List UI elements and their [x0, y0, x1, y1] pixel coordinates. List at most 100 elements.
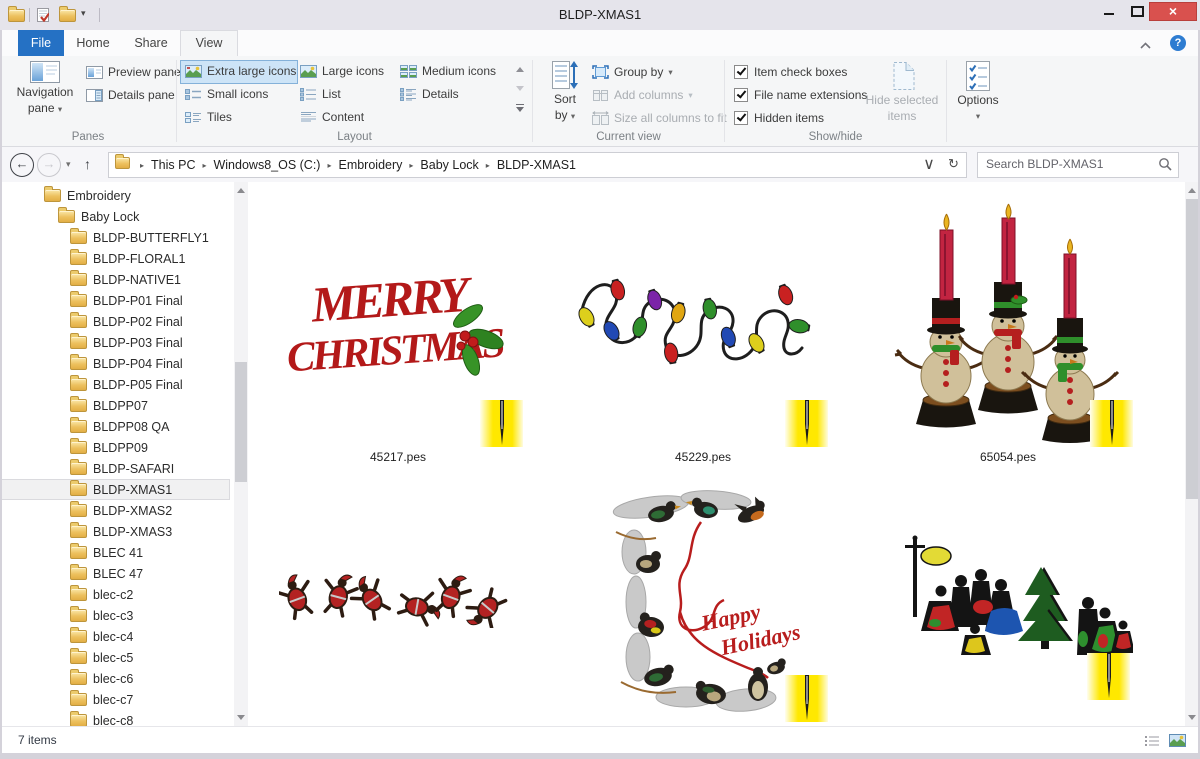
tab-view[interactable]: View: [180, 30, 238, 57]
hide-selected-items-button[interactable]: Hide selected items: [862, 61, 942, 123]
breadcrumb[interactable]: ▸ This PC ▸ Windows8_OS (C:) ▸ Embroider…: [108, 152, 942, 178]
tree-scrollbar[interactable]: [234, 182, 248, 726]
size-all-columns-button[interactable]: Size all columns to fit: [592, 108, 727, 128]
view-large-icons[interactable]: Large icons: [300, 61, 384, 81]
minimize-button[interactable]: [1094, 2, 1123, 19]
file-name[interactable]: 45217.pes: [270, 450, 526, 464]
view-small-icons[interactable]: Small icons: [185, 84, 268, 104]
help-icon[interactable]: ?: [1170, 35, 1186, 51]
preview-pane-button[interactable]: Preview pane: [86, 62, 181, 82]
scroll-down-icon[interactable]: [1185, 709, 1199, 726]
back-button[interactable]: ←: [10, 153, 34, 177]
file-item-happy-holidays[interactable]: Happy Holidays: [575, 470, 831, 722]
tree-item[interactable]: BLDP-P01 Final: [0, 290, 230, 311]
navigation-pane-button[interactable]: Navigation pane ▾: [8, 61, 82, 116]
scroll-down-icon[interactable]: [234, 709, 248, 726]
search-icon[interactable]: [1158, 157, 1172, 176]
add-columns-button[interactable]: Add columns▾: [592, 85, 693, 105]
tree-item[interactable]: BLEC 47: [0, 563, 230, 584]
breadcrumb-drive[interactable]: Windows8_OS (C:): [210, 154, 323, 176]
tree-item[interactable]: BLDP-P04 Final: [0, 353, 230, 374]
forward-button[interactable]: →: [37, 153, 61, 177]
tree-item[interactable]: BLDPP09: [0, 437, 230, 458]
tree-item[interactable]: blec-c5: [0, 647, 230, 668]
view-content[interactable]: Content: [300, 107, 364, 127]
tree-item[interactable]: BLDP-NATIVE1: [0, 269, 230, 290]
refresh-icon[interactable]: ↻: [941, 152, 967, 178]
sort-by-button[interactable]: Sort by ▾: [538, 60, 592, 123]
tree-item[interactable]: BLDP-XMAS3: [0, 521, 230, 542]
tree-item[interactable]: BLDPP08 QA: [0, 416, 230, 437]
pes-needle-icon: [1087, 653, 1130, 700]
file-name[interactable]: 65054.pes: [880, 450, 1136, 464]
details-view-toggle-icon[interactable]: [1145, 734, 1160, 752]
tree-item-baby-lock[interactable]: Baby Lock: [0, 206, 230, 227]
view-tiles[interactable]: Tiles: [185, 107, 232, 127]
tree-item[interactable]: blec-c4: [0, 626, 230, 647]
layout-scroll-up-icon[interactable]: [512, 61, 527, 78]
file-name-extensions-checkbox[interactable]: File name extensions: [734, 86, 867, 104]
thumbnail-view-toggle-icon[interactable]: [1169, 734, 1186, 752]
layout-scroll-down-icon[interactable]: [512, 80, 527, 97]
hidden-items-checkbox[interactable]: Hidden items: [734, 109, 824, 127]
breadcrumb-current-folder[interactable]: BLDP-XMAS1: [494, 154, 579, 176]
tree-item-bldp-xmas1-selected[interactable]: BLDP-XMAS1: [0, 479, 230, 500]
scrollbar-thumb[interactable]: [235, 362, 247, 482]
item-check-boxes-checkbox[interactable]: Item check boxes: [734, 63, 847, 81]
tab-file[interactable]: File: [18, 30, 64, 56]
tree-item[interactable]: BLDP-P05 Final: [0, 374, 230, 395]
scrollbar-thumb[interactable]: [1186, 199, 1198, 499]
search-input[interactable]: [978, 153, 1156, 175]
layout-more-icon[interactable]: [512, 99, 527, 116]
up-button[interactable]: ↑: [84, 156, 91, 172]
file-item-65054[interactable]: [880, 195, 1136, 447]
details-pane-button[interactable]: Details pane: [86, 85, 175, 105]
file-item-santas[interactable]: [270, 470, 526, 722]
view-details[interactable]: Details: [400, 84, 459, 104]
tree-item[interactable]: BLEC 41: [0, 542, 230, 563]
file-item-45217[interactable]: MERRY CHRISTMAS: [270, 195, 526, 447]
view-medium-icons[interactable]: Medium icons: [400, 61, 496, 81]
tree-item-embroidery[interactable]: Embroidery: [0, 185, 230, 206]
close-button[interactable]: ×: [1149, 2, 1197, 21]
group-by-button[interactable]: Group by▾: [592, 62, 673, 82]
file-item-carolers[interactable]: [880, 470, 1136, 722]
new-folder-icon[interactable]: [59, 9, 76, 27]
tab-share[interactable]: Share: [122, 30, 180, 56]
file-item-45229[interactable]: [575, 195, 831, 447]
view-extra-large-icons[interactable]: Extra large icons: [185, 61, 296, 81]
tree-item[interactable]: BLDP-BUTTERFLY1: [0, 227, 230, 248]
large-icons-icon: [300, 65, 317, 78]
qat-customize-dropdown-icon[interactable]: ▾: [81, 8, 86, 19]
tree-item[interactable]: BLDP-SAFARI: [0, 458, 230, 479]
minimize-ribbon-icon[interactable]: [1134, 36, 1156, 52]
properties-icon[interactable]: [37, 8, 49, 27]
preview-pane-icon: [86, 66, 103, 79]
ribbon-tab-row: File Home Share View: [0, 30, 1200, 56]
tab-home[interactable]: Home: [64, 30, 122, 56]
view-list[interactable]: List: [300, 84, 341, 104]
folder-window-icon[interactable]: [8, 9, 25, 27]
tree-item[interactable]: blec-c3: [0, 605, 230, 626]
scroll-up-icon[interactable]: [1185, 182, 1199, 199]
address-dropdown-icon[interactable]: ∨: [917, 154, 941, 176]
tree-item[interactable]: blec-c2: [0, 584, 230, 605]
breadcrumb-this-pc[interactable]: This PC: [148, 154, 198, 176]
tree-item[interactable]: blec-c6: [0, 668, 230, 689]
breadcrumb-baby-lock[interactable]: Baby Lock: [417, 154, 481, 176]
tree-item[interactable]: BLDPP07: [0, 395, 230, 416]
file-name[interactable]: 45229.pes: [575, 450, 831, 464]
tree-item[interactable]: BLDP-P02 Final: [0, 311, 230, 332]
recent-locations-dropdown-icon[interactable]: ▾: [66, 159, 71, 170]
maximize-button[interactable]: [1123, 2, 1152, 19]
content-scrollbar[interactable]: [1185, 182, 1199, 726]
status-bar: 7 items: [0, 726, 1200, 754]
options-button[interactable]: Options ▾: [952, 61, 1004, 123]
tree-item[interactable]: BLDP-XMAS2: [0, 500, 230, 521]
tree-item[interactable]: BLDP-P03 Final: [0, 332, 230, 353]
tree-item[interactable]: blec-c7: [0, 689, 230, 710]
tree-item[interactable]: BLDP-FLORAL1: [0, 248, 230, 269]
scroll-up-icon[interactable]: [234, 182, 248, 199]
tree-item[interactable]: blec-c8: [0, 710, 230, 726]
breadcrumb-embroidery[interactable]: Embroidery: [335, 154, 405, 176]
